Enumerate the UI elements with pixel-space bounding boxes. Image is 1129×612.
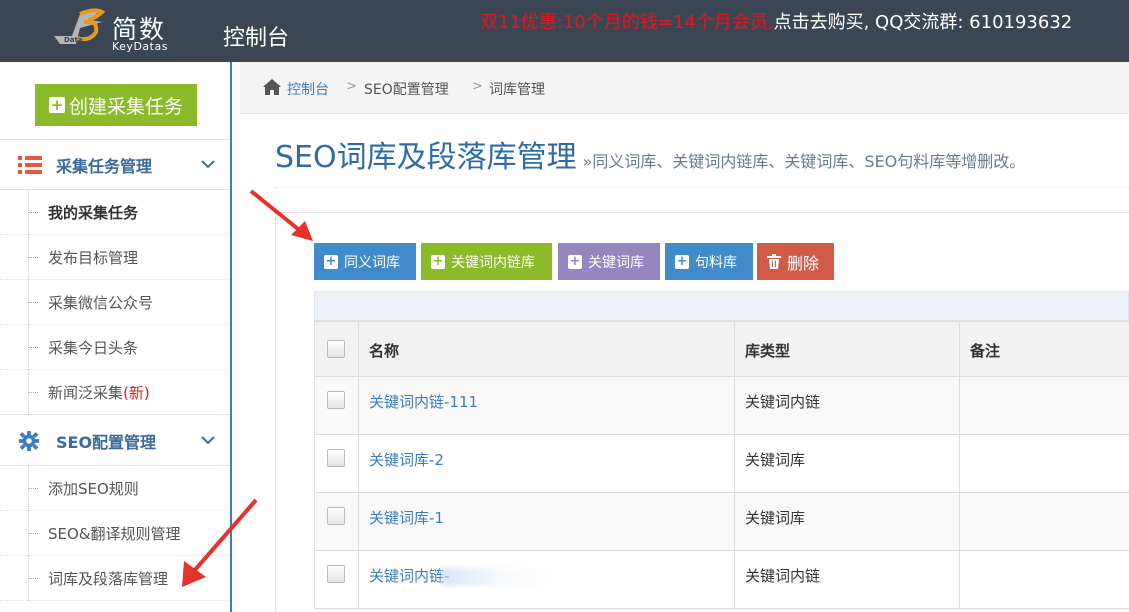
create-task-label: 创建采集任务 [68, 95, 183, 118]
logo-text: Data [64, 36, 83, 44]
lexicon-name-link[interactable]: 关键词库-2 [358, 434, 735, 493]
create-task-button[interactable]: + 创建采集任务 [35, 84, 197, 126]
lexicon-note [959, 492, 1129, 551]
chevron-down-icon[interactable] [200, 432, 216, 448]
sidebar-item-label: 我的采集任务 [48, 204, 139, 222]
promo-offer[interactable]: 双11优惠:10个月的钱=14个月会员, [480, 12, 774, 33]
plus-icon: + [324, 254, 338, 269]
sidebar-section-task-management[interactable]: 采集任务管理 [0, 140, 230, 190]
breadcrumb: 控制台 > SEO配置管理 > 词库管理 [240, 62, 1129, 114]
button-label: 删除 [787, 253, 820, 273]
row-checkbox[interactable] [327, 565, 345, 583]
promo-purchase-link[interactable]: 点击去购买, QQ交流群: 610193632 [774, 12, 1073, 33]
top-bar: Data 简数 KeyDatas 控制台 双11优惠:10个月的钱=14个月会员… [0, 0, 1129, 62]
sidebar-item-label: 发布目标管理 [48, 249, 139, 267]
breadcrumb-separator: > [472, 79, 483, 94]
lexicon-type: 关键词内链 [734, 550, 960, 609]
table-toolbar [314, 291, 1129, 321]
promo-banner[interactable]: 双11优惠:10个月的钱=14个月会员,点击去购买, QQ交流群: 610193… [480, 8, 1072, 34]
table-header-row: 名称 库类型 备注 [314, 321, 1129, 377]
brand-name-en[interactable]: KeyDatas [112, 40, 168, 53]
plus-icon: + [431, 254, 445, 269]
lexicon-note [959, 550, 1129, 609]
blurred-text [441, 567, 552, 586]
sidebar-item-toutiao[interactable]: 采集今日头条 [0, 325, 230, 370]
add-keyword-button[interactable]: + 关键词库 [558, 243, 660, 280]
breadcrumb-current: 词库管理 [489, 82, 545, 98]
sidebar-item-label: SEO&翻译规则管理 [48, 525, 181, 543]
sidebar: + 创建采集任务 采集任务管理 我的采集任务 发布目标管理 采集微信公众号 采集… [0, 62, 232, 612]
select-all-cell [314, 321, 359, 377]
button-label: 关键词内链库 [451, 254, 535, 271]
lexicon-table: 名称 库类型 备注 关键词内链-111 关键词内链 关键词库-2 关键词库 关键… [314, 321, 1129, 609]
home-icon[interactable] [262, 78, 282, 96]
table-row: 关键词内链-111 关键词内链 [314, 376, 1129, 435]
table-row: 关键词库-1 关键词库 [314, 492, 1129, 551]
row-select-cell [314, 376, 359, 435]
button-label: 关键词库 [588, 254, 644, 271]
breadcrumb-separator: > [346, 79, 357, 94]
sidebar-item-add-seo[interactable]: 添加SEO规则 [0, 466, 230, 511]
sidebar-item-label: 词库及段落库管理 [48, 570, 169, 588]
breadcrumb-seo[interactable]: SEO配置管理 [364, 79, 449, 99]
lexicon-name-link[interactable]: 关键词内链- [358, 550, 735, 609]
sidebar-item-label: 采集今日头条 [48, 339, 139, 357]
delete-button[interactable]: 删除 [757, 243, 834, 280]
column-header-name[interactable]: 名称 [358, 321, 735, 377]
sidebar-item-publish-targets[interactable]: 发布目标管理 [0, 235, 230, 280]
sidebar-item-wechat[interactable]: 采集微信公众号 [0, 280, 230, 325]
console-title[interactable]: 控制台 [223, 20, 289, 52]
sidebar-item-seo-rules[interactable]: SEO&翻译规则管理 [0, 511, 230, 556]
list-icon [18, 156, 42, 174]
sidebar-item-label: 添加SEO规则 [48, 480, 139, 498]
select-all-checkbox[interactable] [327, 340, 345, 358]
add-sentence-button[interactable]: + 句料库 [665, 243, 753, 280]
section-label: SEO配置管理 [56, 432, 157, 452]
lexicon-note [959, 376, 1129, 435]
plus-icon: + [675, 254, 689, 269]
lexicon-type: 关键词库 [734, 434, 960, 493]
lexicon-type: 关键词内链 [734, 376, 960, 435]
add-keyword-link-button[interactable]: + 关键词内链库 [421, 243, 552, 280]
button-label: 同义词库 [344, 254, 400, 271]
row-checkbox[interactable] [327, 449, 345, 467]
trash-icon [767, 254, 781, 269]
add-synonym-button[interactable]: + 同义词库 [314, 243, 416, 280]
page-subtitle: »同义词库、关键词内链库、关键词库、SEO句料库等增删改。 [582, 152, 1026, 171]
table-row: 关键词库-2 关键词库 [314, 434, 1129, 493]
breadcrumb-home-link[interactable]: 控制台 [287, 79, 329, 99]
column-header-type[interactable]: 库类型 [734, 321, 960, 377]
lexicon-name-link[interactable]: 关键词内链-111 [358, 376, 735, 435]
chevron-down-icon[interactable] [200, 156, 216, 172]
lexicon-note [959, 434, 1129, 493]
page-title: SEO词库及段落库管理 [275, 140, 577, 175]
sidebar-section-seo[interactable]: SEO配置管理 [0, 416, 230, 466]
section-label: 采集任务管理 [56, 156, 153, 176]
row-select-cell [314, 434, 359, 493]
row-checkbox[interactable] [327, 507, 345, 525]
sidebar-item-lexicon[interactable]: 词库及段落库管理 [0, 556, 230, 601]
news-label: 新闻泛采集 [48, 384, 124, 402]
row-select-cell [314, 492, 359, 551]
sidebar-item-news[interactable]: 新闻泛采集(新) [0, 370, 230, 415]
keydatas-logo-icon[interactable]: Data [50, 6, 108, 52]
sidebar-item-label: 新闻泛采集(新) [48, 382, 150, 403]
main-content: 控制台 > SEO配置管理 > 词库管理 SEO词库及段落库管理 »同义词库、关键… [240, 62, 1129, 612]
sidebar-create-area: + 创建采集任务 [0, 62, 230, 140]
plus-icon: + [568, 254, 582, 269]
table-row: 关键词内链- 关键词内链 [314, 550, 1129, 609]
lexicon-type: 关键词库 [734, 492, 960, 551]
page-header: SEO词库及段落库管理 »同义词库、关键词内链库、关键词库、SEO句料库等增删改。 [275, 132, 1129, 188]
row-select-cell [314, 550, 359, 609]
column-header-note[interactable]: 备注 [959, 321, 1129, 377]
sidebar-item-my-tasks[interactable]: 我的采集任务 [0, 190, 230, 235]
plus-icon: + [48, 95, 65, 114]
gear-icon [18, 430, 40, 452]
lexicon-name-text: 关键词内链- [369, 567, 450, 585]
row-checkbox[interactable] [327, 391, 345, 409]
lexicon-name-link[interactable]: 关键词库-1 [358, 492, 735, 551]
button-label: 句料库 [695, 254, 737, 271]
sidebar-item-label: 采集微信公众号 [48, 294, 154, 312]
new-badge: (新) [123, 384, 150, 402]
